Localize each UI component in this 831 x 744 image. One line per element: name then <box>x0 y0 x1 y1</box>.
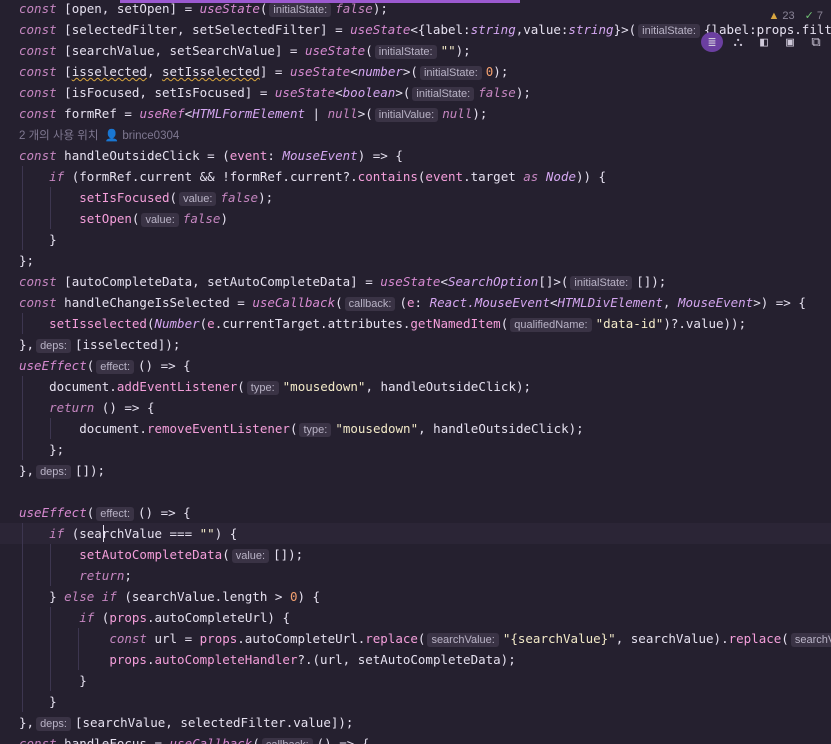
outline-icon[interactable]: ≣ <box>701 32 723 52</box>
code-line: } else if (searchValue.length > 0) { <box>19 589 321 604</box>
code-line: }; <box>19 442 65 457</box>
code-line: }, deps: [searchValue, selectedFilter.valu… <box>19 715 354 731</box>
code-line: const [isFocused, setIsFocused] = useSta… <box>19 85 531 101</box>
code-line: const formRef = useRef<HTMLFormElement |… <box>19 106 488 122</box>
code-line: } <box>19 694 57 709</box>
image-icon[interactable]: ▣ <box>779 32 801 52</box>
layout-icon[interactable]: ◧ <box>753 32 775 52</box>
code-line: } <box>19 673 87 688</box>
codelens[interactable]: 2 개의 사용 위치 👤 brince0304 <box>19 124 179 145</box>
code-line: return; <box>79 568 132 583</box>
code-line: useEffect(effect:() => { <box>19 358 191 374</box>
code-line: document.addEventListener(type: "mousedow… <box>19 379 532 395</box>
code-line: const url = props.autoCompleteUrl.replac… <box>19 628 831 649</box>
code-line: setAutoCompleteData(value: []); <box>79 547 304 563</box>
editor-toolbar: ≣ ⛬ ◧ ▣ ⧉ <box>701 32 827 52</box>
code-line: const [isselected, setIsselected] = useS… <box>19 64 509 80</box>
split-icon[interactable]: ⛬ <box>727 32 749 52</box>
check-count[interactable]: ✓ 7 <box>804 9 823 23</box>
code-line: return () => { <box>49 400 155 415</box>
code-line: document.removeEventListener(type: "mouse… <box>19 421 584 437</box>
text-cursor <box>103 525 104 542</box>
warning-count[interactable]: ▲ 23 <box>769 9 795 22</box>
code-line: const [open, setOpen] = useState(initial… <box>19 1 388 17</box>
code-line: if (formRef.current && !formRef.current?… <box>49 169 607 184</box>
code-line: setOpen(value: false) <box>79 211 228 227</box>
inspection-status[interactable]: ▲ 23 ✓ 7 <box>769 9 823 23</box>
code-line: if (searchValue === "") { <box>49 526 238 541</box>
copy-icon[interactable]: ⧉ <box>805 32 827 52</box>
code-line: } <box>19 232 57 247</box>
code-line: if (props.autoCompleteUrl) { <box>79 610 290 625</box>
code-line: setIsFocused(value: false); <box>79 190 274 206</box>
code-line: const handleOutsideClick = (event: Mouse… <box>19 148 403 163</box>
code-line: setIsselected(Number(e.currentTarget.att… <box>49 316 747 332</box>
warning-icon: ▲ <box>768 9 780 22</box>
code-line: const handleFocus = useCallback(callback… <box>19 733 369 744</box>
code-line: const handleChangeIsSelected = useCallba… <box>19 295 806 311</box>
code-editor[interactable]: const [open, setOpen] = useState(initial… <box>0 0 831 744</box>
check-icon: ✓ <box>804 10 814 22</box>
code-line: }, deps: []); <box>19 463 106 479</box>
code-line: const [autoCompleteData, setAutoComplete… <box>19 274 667 290</box>
code-line: const [searchValue, setSearchValue] = us… <box>19 43 471 59</box>
code-line: }, deps: [isselected]); <box>19 337 181 353</box>
code-line: props.autoCompleteHandler?.(url, setAuto… <box>109 652 516 667</box>
code-line: useEffect(effect:() => { <box>19 505 191 521</box>
code-line: }; <box>19 253 35 268</box>
